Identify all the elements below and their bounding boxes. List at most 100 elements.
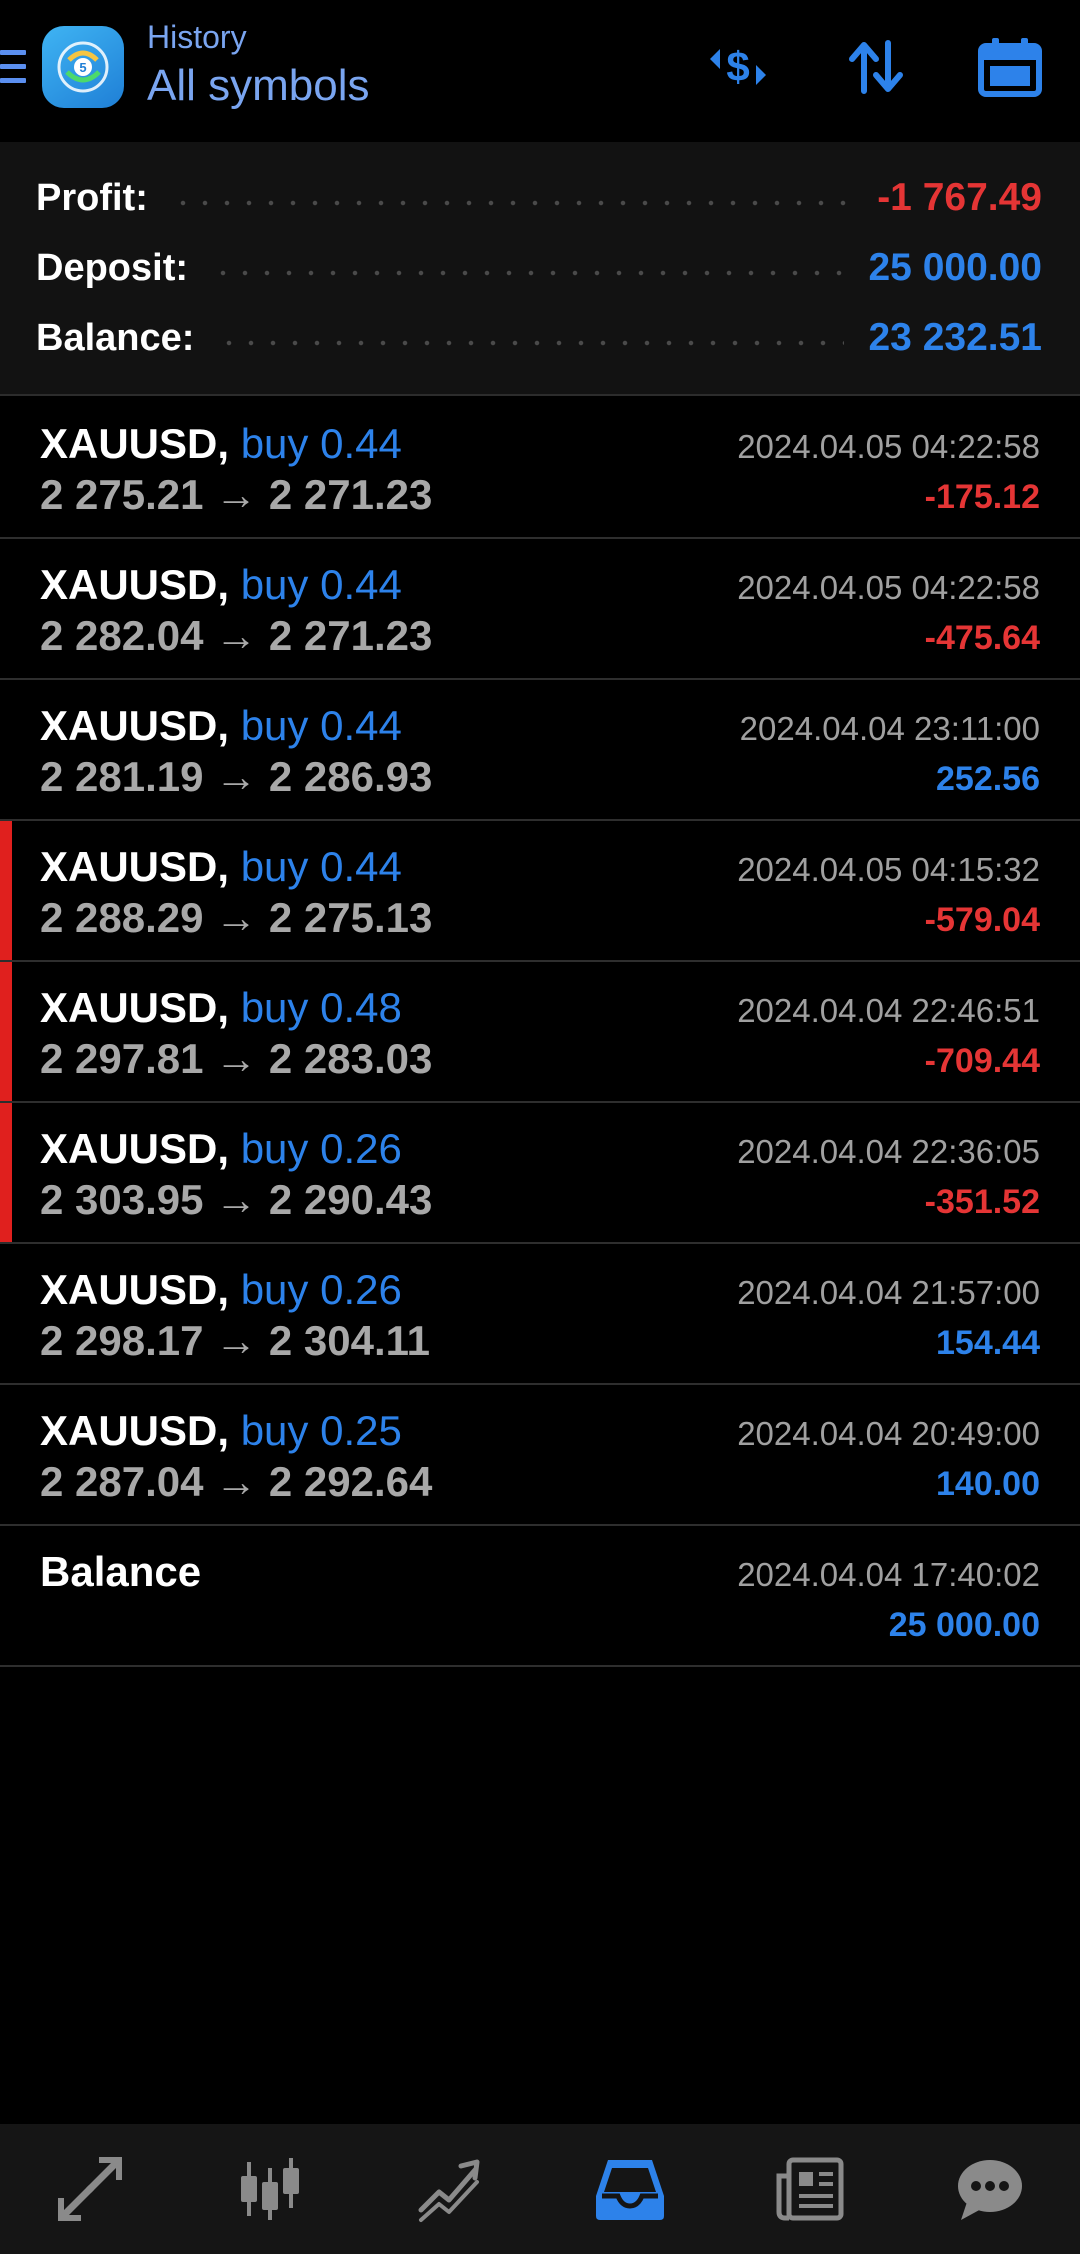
deal-symbol: XAUUSD, [40, 984, 230, 1031]
hamburger-icon[interactable] [0, 50, 26, 84]
screen-subtitle: History [147, 19, 247, 55]
sort-arrows-icon [849, 40, 903, 94]
deal-direction: buy 0.25 [240, 1407, 402, 1454]
news-icon [776, 2157, 844, 2221]
deal-time: 2024.04.05 04:22:58 [737, 428, 1040, 465]
deal-symbol: XAUUSD, [40, 843, 230, 890]
dollar-swap-icon: $ [710, 43, 766, 90]
close-price: 2 304.11 [268, 1317, 431, 1364]
deal-profit: -475.64 [924, 619, 1040, 657]
nav-news[interactable] [720, 2124, 900, 2254]
deal-time: 2024.04.05 04:15:32 [737, 851, 1040, 888]
deal-row[interactable]: XAUUSD, buy 0.44 2 288.29 → 2 275.13 202… [0, 821, 1080, 962]
deal-direction: buy 0.26 [240, 1125, 402, 1172]
loss-marker [0, 821, 12, 960]
price-arrow: → [215, 1458, 258, 1505]
deal-symbol: XAUUSD, [40, 1266, 230, 1313]
deal-row[interactable]: XAUUSD, buy 0.44 2 275.21 → 2 271.23 202… [0, 398, 1080, 539]
deal-direction: buy 0.44 [240, 702, 402, 749]
deal-row[interactable]: XAUUSD, buy 0.26 2 303.95 → 2 290.43 202… [0, 1103, 1080, 1244]
svg-text:5: 5 [79, 60, 86, 75]
top-app-bar: 5 History All symbols $ [0, 0, 1080, 140]
bottom-navigation [0, 2124, 1080, 2254]
open-price: 2 282.04 [40, 612, 204, 659]
deposit-label: Deposit: [36, 246, 188, 289]
deal-time: 2024.04.04 22:46:51 [737, 992, 1040, 1029]
deal-symbol: XAUUSD, [40, 1407, 230, 1454]
calendar-icon [978, 38, 1042, 97]
balance-label: Balance: [36, 316, 195, 359]
deal-time: 2024.04.04 20:49:00 [737, 1415, 1040, 1452]
price-arrow: → [215, 1035, 258, 1082]
open-price: 2 298.17 [40, 1317, 204, 1364]
nav-trade[interactable] [360, 2124, 540, 2254]
close-price: 2 275.13 [268, 894, 433, 941]
deal-direction: buy 0.44 [240, 420, 402, 467]
balance-entry-amount: 25 000.00 [888, 1606, 1040, 1644]
loss-marker [0, 962, 12, 1101]
deal-profit: -351.52 [924, 1183, 1040, 1221]
open-price: 2 287.04 [40, 1458, 204, 1505]
price-arrow: → [215, 753, 258, 800]
symbol-filter-title[interactable]: All symbols [147, 58, 370, 114]
open-price: 2 288.29 [40, 894, 204, 941]
balance-entry-label: Balance [40, 1548, 202, 1595]
deposit-value: 25 000.00 [868, 246, 1042, 289]
deal-symbol: XAUUSD, [40, 420, 230, 467]
deal-time: 2024.04.05 04:22:58 [737, 569, 1040, 606]
open-price: 2 281.19 [40, 753, 204, 800]
deal-row[interactable]: XAUUSD, buy 0.26 2 298.17 → 2 304.11 202… [0, 1244, 1080, 1385]
trade-icon [418, 2159, 480, 2222]
price-arrow: → [215, 612, 258, 659]
balance-entry-time: 2024.04.04 17:40:02 [737, 1556, 1040, 1593]
deal-time: 2024.04.04 22:36:05 [737, 1133, 1040, 1170]
deal-row[interactable]: XAUUSD, buy 0.25 2 287.04 → 2 292.64 202… [0, 1385, 1080, 1526]
metatrader-logo-icon: 5 [57, 41, 109, 93]
open-price: 2 303.95 [40, 1176, 204, 1223]
header-titles[interactable]: History All symbols [147, 16, 370, 114]
summary-balance-row: Balance: 23 232.51 [36, 308, 1042, 368]
messages-icon [958, 2160, 1022, 2220]
calendar-button[interactable] [972, 32, 1048, 102]
deal-profit: 140.00 [936, 1465, 1040, 1503]
summary-profit-row: Profit: -1 767.49 [36, 168, 1042, 228]
deal-symbol: XAUUSD, [40, 1125, 230, 1172]
profit-label: Profit: [36, 176, 148, 219]
nav-messages[interactable] [900, 2124, 1080, 2254]
profit-value: -1 767.49 [877, 176, 1042, 219]
history-icon [596, 2160, 664, 2220]
close-price: 2 271.23 [268, 471, 433, 518]
deal-profit: -709.44 [924, 1042, 1040, 1080]
dotted-leader [212, 270, 845, 276]
svg-text:$: $ [726, 43, 749, 90]
nav-history[interactable] [540, 2124, 720, 2254]
loss-marker [0, 1103, 12, 1242]
price-arrow: → [215, 1176, 258, 1223]
open-price: 2 275.21 [40, 471, 204, 518]
app-logo-icon[interactable]: 5 [42, 26, 124, 108]
deal-profit: -579.04 [924, 901, 1040, 939]
deal-direction: buy 0.44 [240, 561, 402, 608]
deal-profit: -175.12 [924, 478, 1040, 516]
summary-deposit-row: Deposit: 25 000.00 [36, 238, 1042, 298]
sort-button[interactable] [838, 32, 914, 102]
deal-row[interactable]: XAUUSD, buy 0.44 2 282.04 → 2 271.23 202… [0, 539, 1080, 680]
nav-quotes[interactable] [0, 2124, 180, 2254]
chart-icon [241, 2158, 299, 2220]
open-price: 2 297.81 [40, 1035, 204, 1082]
quotes-icon [58, 2157, 122, 2221]
deal-row[interactable]: XAUUSD, buy 0.44 2 281.19 → 2 286.93 202… [0, 680, 1080, 821]
balance-value: 23 232.51 [868, 316, 1042, 359]
nav-chart[interactable] [180, 2124, 360, 2254]
deal-profit: 252.56 [936, 760, 1040, 798]
close-price: 2 283.03 [268, 1035, 433, 1082]
close-price: 2 290.43 [268, 1176, 433, 1223]
history-summary: Profit: -1 767.49 Deposit: 25 000.00 Bal… [0, 142, 1080, 396]
deal-direction: buy 0.44 [240, 843, 402, 890]
close-price: 2 271.23 [268, 612, 433, 659]
dollar-swap-button[interactable]: $ [700, 32, 776, 102]
close-price: 2 286.93 [268, 753, 433, 800]
deal-row[interactable]: XAUUSD, buy 0.48 2 297.81 → 2 283.03 202… [0, 962, 1080, 1103]
history-screen: 5 History All symbols $ Profit: -1 767.4… [0, 0, 1080, 2254]
balance-entry-row[interactable]: Balance 2024.04.04 17:40:02 25 000.00 [0, 1526, 1080, 1667]
